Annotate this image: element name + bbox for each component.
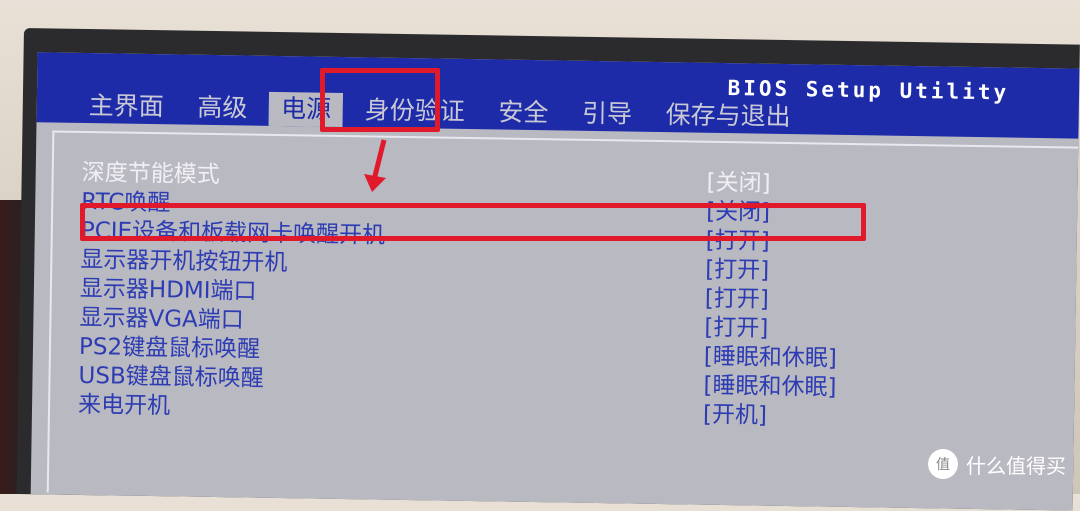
tab-save-exit[interactable]: 保存与退出 <box>653 98 803 134</box>
watermark-text: 什么值得买 <box>966 453 1066 478</box>
monitor-bezel: BIOS Setup Utility 主界面 高级 电源 身份验证 安全 引导 … <box>16 28 1080 511</box>
setting-value[interactable]: [开机] <box>703 395 767 430</box>
watermark: 值 什么值得买 <box>928 448 1066 480</box>
zhi-logo-icon: 值 <box>928 449 958 479</box>
annotation-arrow-icon <box>364 139 387 192</box>
highlight-box-power-tab <box>320 68 440 132</box>
tab-security[interactable]: 安全 <box>486 95 561 130</box>
tab-main[interactable]: 主界面 <box>77 89 177 125</box>
bios-screen: BIOS Setup Utility 主界面 高级 电源 身份验证 安全 引导 … <box>30 52 1080 511</box>
tab-advanced[interactable]: 高级 <box>185 91 260 126</box>
settings-panel: 深度节能模式 [关闭] RTC唤醒 [关闭] PCIE设备和板载网卡唤醒开机 [… <box>46 130 1080 509</box>
svg-text:值: 值 <box>936 457 950 473</box>
bios-header: BIOS Setup Utility 主界面 高级 电源 身份验证 安全 引导 … <box>36 52 1080 139</box>
highlight-box-pcie-row <box>80 203 866 241</box>
tab-boot[interactable]: 引导 <box>570 97 645 132</box>
setting-label: 来电开机 <box>77 391 171 420</box>
